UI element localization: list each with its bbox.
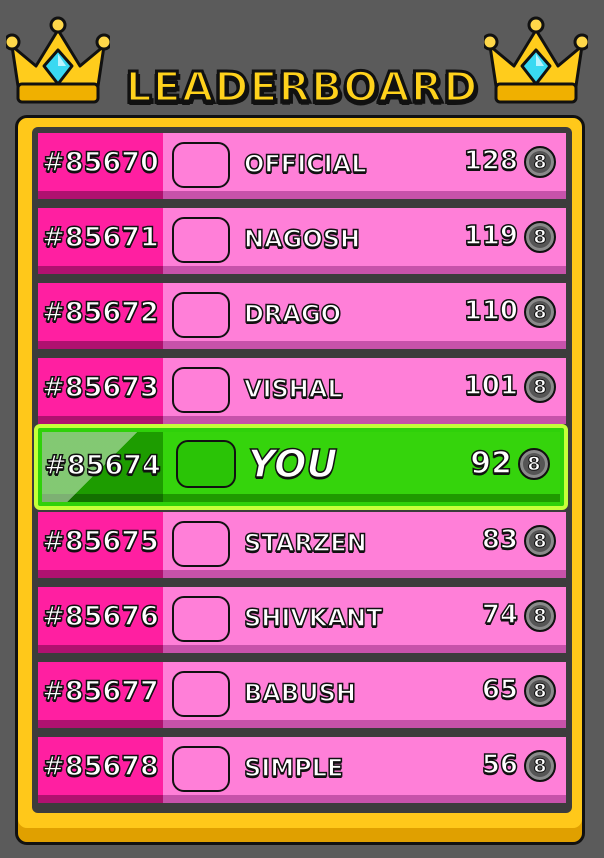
player-score: 101 (463, 370, 519, 402)
player-name: SHIVKANT (243, 603, 383, 633)
player-score: 119 (463, 220, 519, 252)
player-name: BABUSH (243, 678, 357, 708)
leaderboard-row[interactable]: #85673 VISHAL 101 8 (38, 358, 566, 424)
rank-label: #85672 (41, 296, 159, 329)
leaderboard-row[interactable]: #85677 BABUSH 65 8 (38, 662, 566, 728)
8-ball-coin-icon: 8 (524, 675, 556, 707)
leaderboard-row[interactable]: #85670 OFFICIAL 128 8 (38, 133, 566, 199)
player-name: VISHAL (243, 374, 343, 404)
avatar (172, 142, 230, 188)
rank-label: #85678 (41, 750, 159, 783)
avatar (172, 671, 230, 717)
player-name: NAGOSH (243, 224, 361, 254)
player-score: 92 (470, 445, 513, 482)
avatar (172, 521, 230, 567)
rank-label: #85676 (41, 600, 159, 633)
avatar (172, 367, 230, 413)
current-player-row[interactable]: #85674 YOU 92 8 (34, 424, 568, 510)
player-score: 128 (463, 145, 519, 177)
player-score: 74 (481, 599, 519, 631)
avatar (172, 217, 230, 263)
player-name: STARZEN (243, 528, 367, 558)
8-ball-coin-icon: 8 (524, 600, 556, 632)
rank-label: #85674 (43, 449, 161, 482)
avatar (176, 440, 236, 488)
leaderboard-title: LEADERBOARD (124, 62, 479, 113)
player-score: 110 (463, 295, 519, 327)
leaderboard-row[interactable]: #85676 SHIVKANT 74 8 (38, 587, 566, 653)
rank-label: #85675 (41, 525, 159, 558)
avatar (172, 746, 230, 792)
8-ball-coin-icon: 8 (524, 221, 556, 253)
leaderboard-row[interactable]: #85671 NAGOSH 119 8 (38, 208, 566, 274)
rank-label: #85677 (41, 675, 159, 708)
leaderboard-row[interactable]: #85672 DRAGO 110 8 (38, 283, 566, 349)
8-ball-coin-icon: 8 (524, 146, 556, 178)
rank-label: #85673 (41, 371, 159, 404)
player-score: 65 (481, 674, 519, 706)
player-name: SIMPLE (243, 753, 344, 783)
8-ball-coin-icon: 8 (524, 296, 556, 328)
8-ball-coin-icon: 8 (518, 448, 550, 480)
player-name: YOU (247, 441, 338, 487)
player-score: 83 (481, 524, 519, 556)
player-score: 56 (481, 749, 519, 781)
leaderboard-row[interactable]: #85675 STARZEN 83 8 (38, 512, 566, 578)
player-name: OFFICIAL (243, 149, 367, 179)
8-ball-coin-icon: 8 (524, 750, 556, 782)
8-ball-coin-icon: 8 (524, 371, 556, 403)
leaderboard-row[interactable]: #85678 SIMPLE 56 8 (38, 737, 566, 803)
player-name: DRAGO (243, 299, 342, 329)
avatar (172, 596, 230, 642)
8-ball-coin-icon: 8 (524, 525, 556, 557)
rank-label: #85670 (41, 146, 159, 179)
rank-label: #85671 (41, 221, 159, 254)
avatar (172, 292, 230, 338)
